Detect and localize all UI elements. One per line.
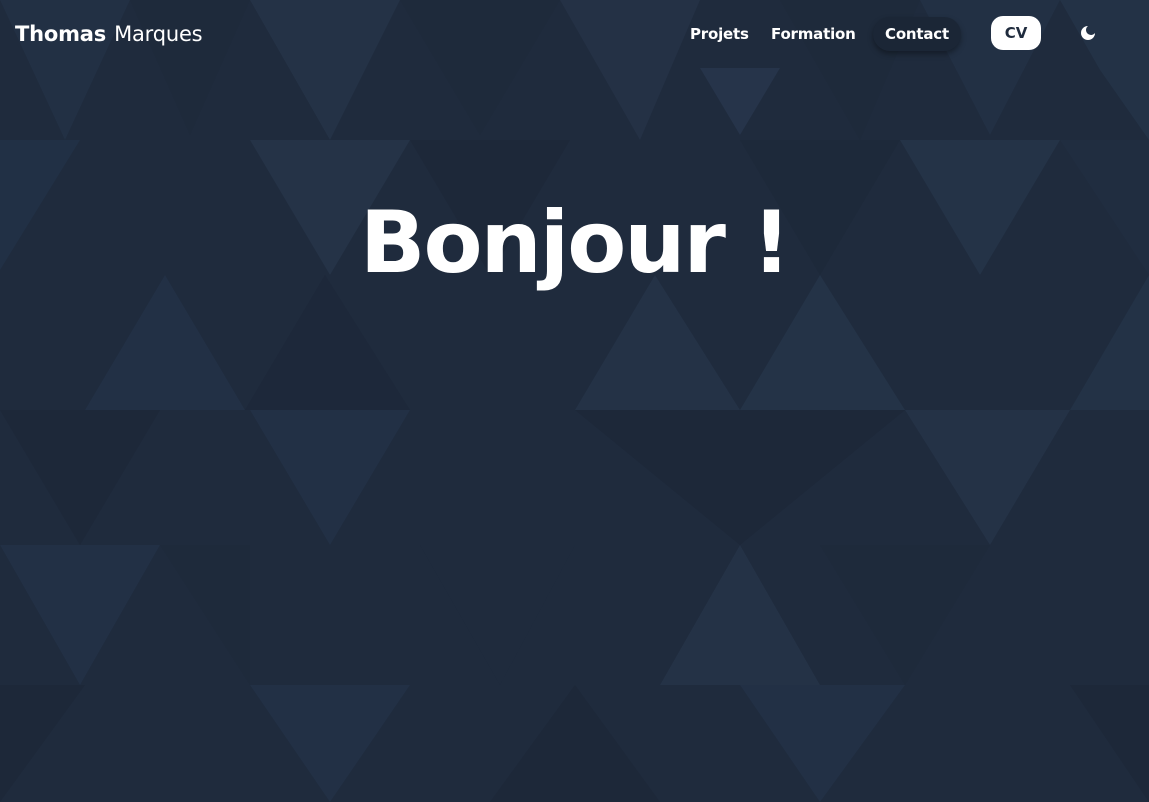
cv-button[interactable]: CV <box>991 16 1041 50</box>
brand-last-name: Marques <box>114 22 203 46</box>
page: Thomas Marques Projets Formation Contact … <box>0 0 1149 802</box>
brand-name[interactable]: Thomas Marques <box>15 21 203 47</box>
triangle-background-pattern <box>0 0 1149 802</box>
top-navbar: Thomas Marques Projets Formation Contact … <box>0 0 1149 68</box>
theme-toggle-button[interactable] <box>1077 22 1099 44</box>
nav-link-projets[interactable]: Projets <box>690 24 749 44</box>
nav-link-formation[interactable]: Formation <box>771 24 856 44</box>
nav-link-contact[interactable]: Contact <box>873 17 961 51</box>
brand-first-name: Thomas <box>15 22 107 46</box>
hero-title: Bonjour ! <box>359 193 791 293</box>
moon-icon <box>1081 26 1095 40</box>
